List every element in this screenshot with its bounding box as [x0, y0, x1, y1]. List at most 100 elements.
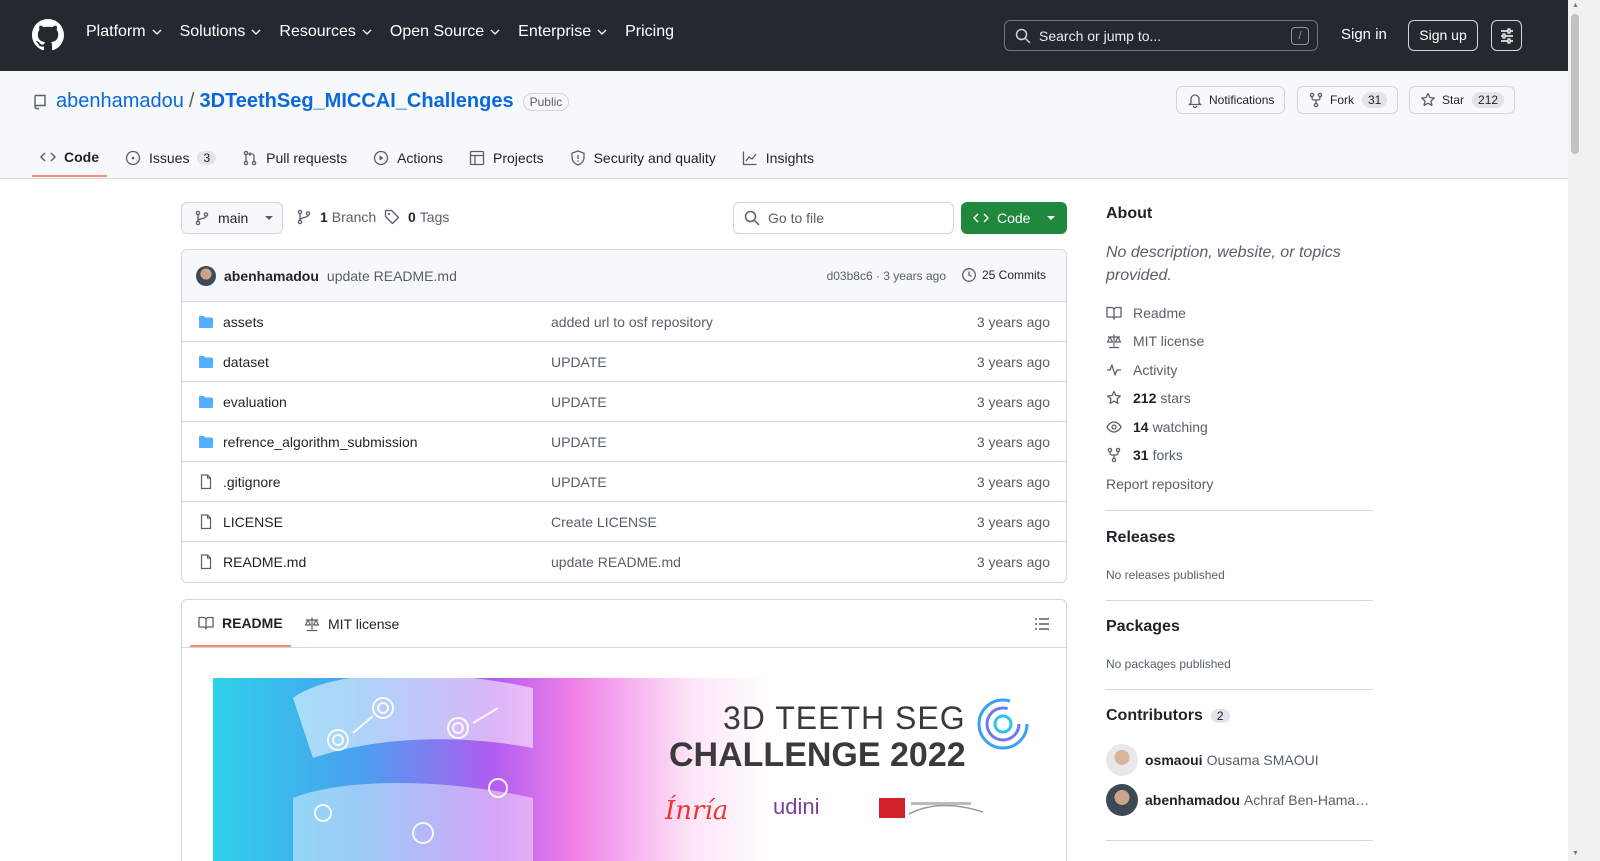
contributor-name: Ousama SMAOUI: [1206, 752, 1319, 768]
tags-link[interactable]: 0 Tags: [384, 209, 449, 225]
chevron-down-icon: [490, 29, 500, 35]
repo-name-link[interactable]: 3DTeethSeg_MICCAI_Challenges: [199, 90, 513, 113]
license-link[interactable]: MIT license: [1106, 333, 1204, 349]
sign-in-link[interactable]: Sign in: [1341, 26, 1387, 43]
divider: [1106, 840, 1373, 841]
code-dropdown-button[interactable]: Code: [961, 202, 1067, 234]
file-name-link[interactable]: .gitignore: [223, 474, 281, 490]
udini-logo: udini: [773, 794, 820, 819]
commits-history-link[interactable]: 25 Commits: [961, 267, 1046, 283]
search-icon: [1015, 28, 1031, 44]
readme-link[interactable]: Readme: [1106, 305, 1186, 321]
file-commit-age: 3 years ago: [976, 354, 1050, 370]
file-commit-message-link[interactable]: UPDATE: [551, 354, 607, 370]
nav-open-source[interactable]: Open Source: [390, 23, 501, 41]
sign-up-button[interactable]: Sign up: [1408, 20, 1478, 51]
forks-link[interactable]: 31 forks: [1106, 447, 1183, 463]
issues-count: 3: [197, 151, 217, 165]
packages-heading[interactable]: Packages: [1106, 618, 1180, 636]
commit-meta[interactable]: d03b8c6 · 3 years ago: [827, 269, 946, 283]
file-commit-age: 3 years ago: [976, 514, 1050, 530]
repo-owner-link[interactable]: abenhamadou: [56, 90, 184, 113]
tab-issues[interactable]: Issues 3: [117, 139, 224, 177]
table-row: README.md update README.md 3 years ago: [182, 542, 1066, 582]
activity-link[interactable]: Activity: [1106, 362, 1177, 378]
file-name-link[interactable]: refrence_algorithm_submission: [223, 434, 418, 450]
github-logo-icon[interactable]: [32, 19, 64, 51]
tab-security[interactable]: Security and quality: [562, 139, 724, 177]
go-to-file-input[interactable]: Go to file: [733, 202, 954, 234]
commit-author-link[interactable]: abenhamadou: [224, 268, 319, 284]
commits-label: 25 Commits: [981, 268, 1046, 282]
star-icon: [1421, 92, 1435, 107]
tab-code[interactable]: Code: [32, 139, 107, 177]
commit-message-link[interactable]: update README.md: [327, 268, 457, 284]
table-row: assets added url to osf repository 3 years…: [182, 302, 1066, 342]
file-commit-message-link[interactable]: update README.md: [551, 554, 681, 570]
file-icon: [198, 554, 214, 570]
table-row: .gitignore UPDATE 3 years ago: [182, 462, 1066, 502]
notifications-button[interactable]: Notifications: [1176, 86, 1286, 114]
report-repository-link[interactable]: Report repository: [1106, 476, 1213, 492]
nav-label: Resources: [279, 23, 356, 40]
nav-label: Enterprise: [518, 23, 592, 40]
nav-pricing[interactable]: Pricing: [625, 23, 674, 41]
nav-solutions[interactable]: Solutions: [180, 23, 263, 41]
tab-readme[interactable]: README: [190, 600, 291, 647]
tab-label: Projects: [493, 150, 544, 166]
nav-enterprise[interactable]: Enterprise: [518, 23, 608, 41]
scroll-up-arrow-icon[interactable]: ▲: [1572, 2, 1579, 9]
tab-actions[interactable]: Actions: [365, 139, 451, 177]
file-commit-message-link[interactable]: Create LICENSE: [551, 514, 657, 530]
search-input[interactable]: Search or jump to... /: [1004, 20, 1318, 51]
readme-tabs: README MIT license: [182, 600, 1066, 648]
divider: [1106, 510, 1373, 511]
file-commit-message-link[interactable]: added url to osf repository: [551, 314, 713, 330]
branch-icon: [297, 209, 311, 225]
nav-resources[interactable]: Resources: [279, 23, 372, 41]
star-button[interactable]: Star 212: [1409, 86, 1516, 114]
fork-button[interactable]: Fork 31: [1297, 86, 1399, 114]
file-commit-message-link[interactable]: UPDATE: [551, 394, 607, 410]
file-name-link[interactable]: dataset: [223, 354, 269, 370]
watchers-link[interactable]: 14 watching: [1106, 419, 1208, 435]
tab-label: Actions: [397, 150, 444, 166]
avatar[interactable]: [196, 265, 216, 286]
scrollbar-thumb[interactable]: [1571, 14, 1579, 154]
file-commit-age: 3 years ago: [976, 554, 1050, 570]
outline-menu-button[interactable]: [1034, 616, 1050, 632]
file-name-link[interactable]: LICENSE: [223, 514, 283, 530]
law-icon: [1106, 334, 1122, 349]
table-row: evaluation UPDATE 3 years ago: [182, 382, 1066, 422]
contributor-item[interactable]: osmaoui Ousama SMAOUI: [1106, 744, 1373, 776]
star-count: 212: [1472, 92, 1505, 108]
file-name-link[interactable]: evaluation: [223, 394, 287, 410]
nav-platform[interactable]: Platform: [86, 23, 163, 41]
releases-empty-text: No releases published: [1106, 568, 1225, 582]
file-commit-message-link[interactable]: UPDATE: [551, 474, 607, 490]
file-name-link[interactable]: assets: [223, 314, 263, 330]
tab-pull-requests[interactable]: Pull requests: [234, 139, 355, 177]
nav-label: Pricing: [625, 23, 674, 40]
file-commit-message-link[interactable]: UPDATE: [551, 434, 607, 450]
tab-license[interactable]: MIT license: [304, 600, 399, 647]
file-icon: [198, 474, 214, 490]
page-scrollbar[interactable]: ▲ ▼: [1568, 0, 1600, 861]
code-button-label: Code: [997, 210, 1031, 226]
global-menu-button[interactable]: [1491, 20, 1522, 51]
folder-icon: [198, 434, 214, 450]
stars-link[interactable]: 212 stars: [1106, 390, 1191, 406]
repo-header: abenhamadou / 3DTeethSeg_MICCAI_Challeng…: [0, 71, 1568, 179]
contributor-name: Achraf Ben-Hamadou: [1243, 792, 1373, 808]
branches-link[interactable]: 1 Branch: [296, 209, 376, 225]
contributor-item[interactable]: abenhamadou Achraf Ben-Hamadou: [1106, 784, 1373, 816]
tab-insights[interactable]: Insights: [734, 139, 822, 177]
tab-projects[interactable]: Projects: [461, 139, 552, 177]
tab-label: Pull requests: [266, 150, 348, 166]
contributors-heading[interactable]: Contributors 2: [1106, 707, 1230, 725]
scroll-down-arrow-icon[interactable]: ▼: [1572, 850, 1579, 857]
releases-heading[interactable]: Releases: [1106, 529, 1175, 547]
branch-selector[interactable]: main: [181, 202, 283, 234]
file-name-link[interactable]: README.md: [223, 554, 306, 570]
divider: [1106, 689, 1373, 690]
